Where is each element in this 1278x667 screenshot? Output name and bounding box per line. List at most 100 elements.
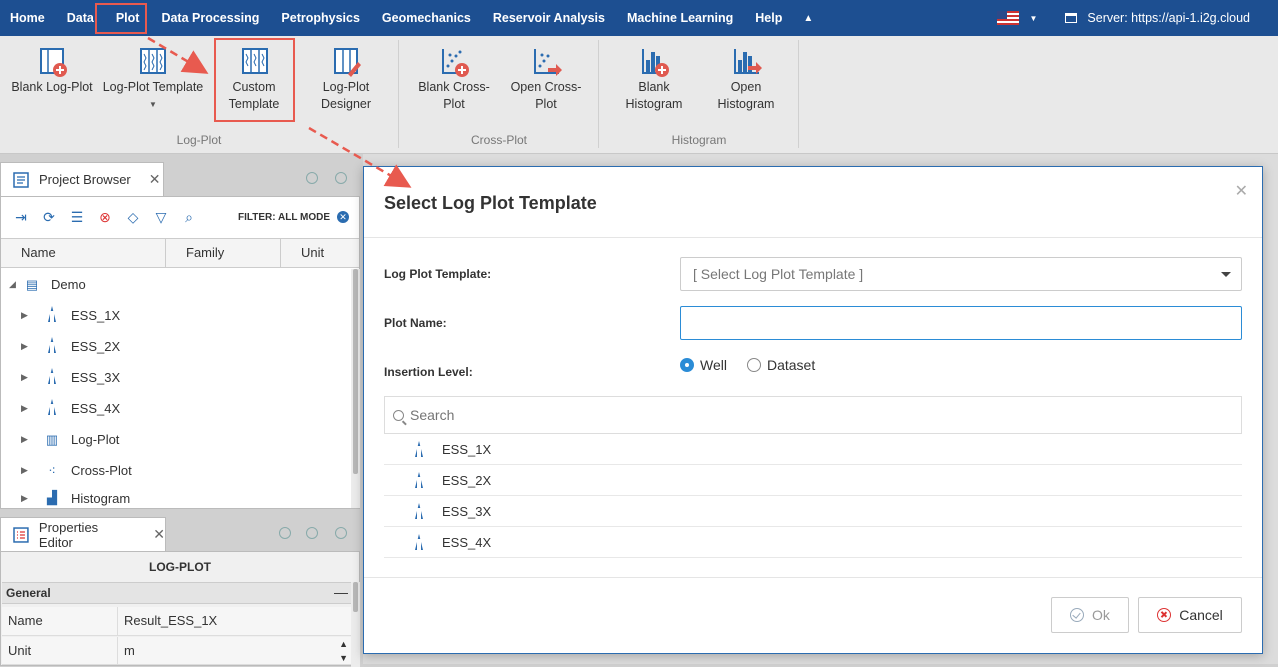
list-icon[interactable]: ☰: [69, 209, 85, 226]
tab-properties-editor[interactable]: Properties Editor ✕: [0, 517, 166, 551]
expand-arrow-icon[interactable]: ◢: [9, 279, 23, 290]
prop-key: Name: [2, 607, 118, 635]
search-icon[interactable]: ⌕: [181, 209, 197, 226]
column-name[interactable]: Name: [1, 239, 166, 267]
crossplot-icon: ⁖: [48, 462, 56, 478]
open-crossplot-icon: [532, 46, 562, 76]
collapse-section-icon[interactable]: —: [334, 584, 348, 600]
select-log-plot-template-dialog: Select Log Plot Template ✕ Log Plot Temp…: [363, 166, 1263, 654]
expand-arrow-icon[interactable]: ▶: [21, 341, 35, 352]
scrollbar-thumb[interactable]: [353, 582, 358, 612]
expand-arrow-icon[interactable]: ▶: [21, 493, 35, 504]
project-browser-column-header: Name Family Unit: [1, 238, 359, 268]
column-unit[interactable]: Unit: [281, 239, 355, 267]
radio-dataset[interactable]: [746, 358, 761, 372]
close-project-browser-icon[interactable]: ✕: [149, 171, 161, 188]
tree-item-label: ESS_2X: [71, 339, 121, 354]
logplot-designer-button[interactable]: Log-Plot Designer: [306, 46, 386, 113]
open-crossplot-label-1: Open Cross-: [510, 80, 582, 94]
expand-arrow-icon[interactable]: ▶: [21, 465, 35, 476]
well-list-item[interactable]: ESS_2X: [384, 465, 1242, 496]
menu-home[interactable]: Home: [0, 0, 56, 36]
menu-petrophysics[interactable]: Petrophysics: [270, 0, 371, 36]
properties-header: LOG-PLOT: [149, 560, 211, 574]
well-list-item[interactable]: ESS_3X: [384, 496, 1242, 527]
tree-item-well[interactable]: ▶ ESS_4X: [21, 393, 120, 424]
open-histogram-button[interactable]: Open Histogram: [706, 46, 786, 113]
radio-well[interactable]: [680, 358, 694, 372]
tree-item-logplot[interactable]: ▶ ▥ Log-Plot: [21, 424, 119, 455]
refresh-panel-icon[interactable]: [306, 172, 318, 184]
refresh-panel-icon[interactable]: [306, 527, 318, 539]
tree-item-well[interactable]: ▶ ESS_2X: [21, 331, 120, 362]
logplot-template-button[interactable]: Log-Plot Template ▼: [100, 46, 206, 113]
properties-section[interactable]: General —: [2, 582, 352, 604]
plot-name-input[interactable]: [680, 306, 1242, 340]
menu-machine-learning[interactable]: Machine Learning: [616, 0, 744, 36]
column-family[interactable]: Family: [166, 239, 281, 267]
properties-scrollbar[interactable]: [351, 582, 360, 667]
menu-help[interactable]: Help: [744, 0, 793, 36]
tree-root-demo[interactable]: ◢ ▤ Demo: [9, 269, 86, 300]
close-properties-editor-icon[interactable]: ✕: [153, 526, 165, 543]
expand-arrow-icon[interactable]: ▶: [21, 434, 35, 445]
expand-arrow-icon[interactable]: ▶: [21, 310, 35, 321]
tree-item-well[interactable]: ▶ ESS_1X: [21, 300, 120, 331]
well-search-box[interactable]: [384, 396, 1242, 434]
filter-icon[interactable]: ▽: [153, 209, 169, 226]
well-icon: [45, 337, 59, 356]
project-browser-scrollbar[interactable]: [351, 269, 360, 508]
tab-project-browser[interactable]: Project Browser ✕: [0, 162, 164, 196]
ok-button[interactable]: Ok: [1051, 597, 1129, 633]
group-label-logplot: Log-Plot: [176, 133, 222, 147]
menu-geomechanics[interactable]: Geomechanics: [371, 0, 482, 36]
close-panel-icon[interactable]: [335, 172, 347, 184]
well-icon: [45, 306, 59, 325]
sync-icon[interactable]: ⟳: [41, 209, 57, 226]
open-crossplot-button[interactable]: Open Cross- Plot: [506, 46, 586, 113]
close-dialog-icon[interactable]: ✕: [1235, 181, 1248, 201]
well-list-item[interactable]: ESS_1X: [384, 434, 1242, 465]
logplot-template-dropdown-icon: ▼: [149, 100, 157, 109]
well-search-input[interactable]: [410, 407, 1210, 423]
menu-reservoir-analysis[interactable]: Reservoir Analysis: [482, 0, 616, 36]
well-icon: [414, 503, 424, 519]
tree-item-histogram[interactable]: ▶ ▟ Histogram: [21, 486, 130, 510]
blank-logplot-button[interactable]: Blank Log-Plot: [8, 46, 96, 96]
dialog-divider: [364, 237, 1262, 238]
close-panel-icon[interactable]: [335, 527, 347, 539]
prop-value-select[interactable]: m ▲ ▼: [118, 637, 352, 664]
tag-icon[interactable]: ◇: [125, 209, 141, 226]
clear-filter-icon[interactable]: ✕: [337, 211, 349, 223]
menu-data-processing[interactable]: Data Processing: [150, 0, 270, 36]
collapse-ribbon-icon[interactable]: ▲: [793, 13, 823, 24]
tree-item-crossplot[interactable]: ▶ ⁖ Cross-Plot: [21, 455, 132, 486]
radio-well-label[interactable]: Well: [700, 357, 727, 373]
expand-arrow-icon[interactable]: ▶: [21, 372, 35, 383]
blank-crossplot-label-1: Blank Cross-: [418, 80, 490, 94]
expand-arrow-icon[interactable]: ▶: [21, 403, 35, 414]
tree-item-well[interactable]: ▶ ESS_3X: [21, 362, 120, 393]
properties-editor-title: Properties Editor: [38, 519, 99, 550]
well-list-item[interactable]: ESS_4X: [384, 527, 1242, 558]
properties-editor-icon: [13, 526, 29, 543]
template-select[interactable]: [ Select Log Plot Template ]: [680, 257, 1242, 291]
radio-dataset-label[interactable]: Dataset: [767, 357, 815, 373]
prop-row-name[interactable]: Name Result_ESS_1X: [2, 607, 352, 636]
delete-icon[interactable]: ⊗: [97, 209, 113, 226]
cancel-button[interactable]: Cancel: [1138, 597, 1242, 633]
scrollbar-thumb[interactable]: [353, 269, 358, 474]
blank-crossplot-button[interactable]: Blank Cross- Plot: [414, 46, 494, 113]
prop-value[interactable]: Result_ESS_1X: [118, 607, 352, 635]
plot-ribbon: Blank Log-Plot Log-Plot Template ▼ Custo…: [0, 36, 1278, 154]
well-icon: [45, 399, 59, 418]
import-icon[interactable]: ⇥: [13, 209, 29, 226]
blank-histogram-button[interactable]: Blank Histogram: [614, 46, 694, 113]
plot-menu-highlight: [95, 3, 147, 34]
us-flag-icon[interactable]: [997, 11, 1020, 25]
logplot-designer-label-1: Log-Plot: [322, 80, 370, 94]
language-dropdown-icon[interactable]: ▼: [1029, 14, 1037, 23]
prop-row-unit[interactable]: Unit m ▲ ▼: [2, 637, 352, 665]
ribbon-separator: [798, 40, 799, 148]
popout-panel-icon[interactable]: [279, 527, 291, 539]
